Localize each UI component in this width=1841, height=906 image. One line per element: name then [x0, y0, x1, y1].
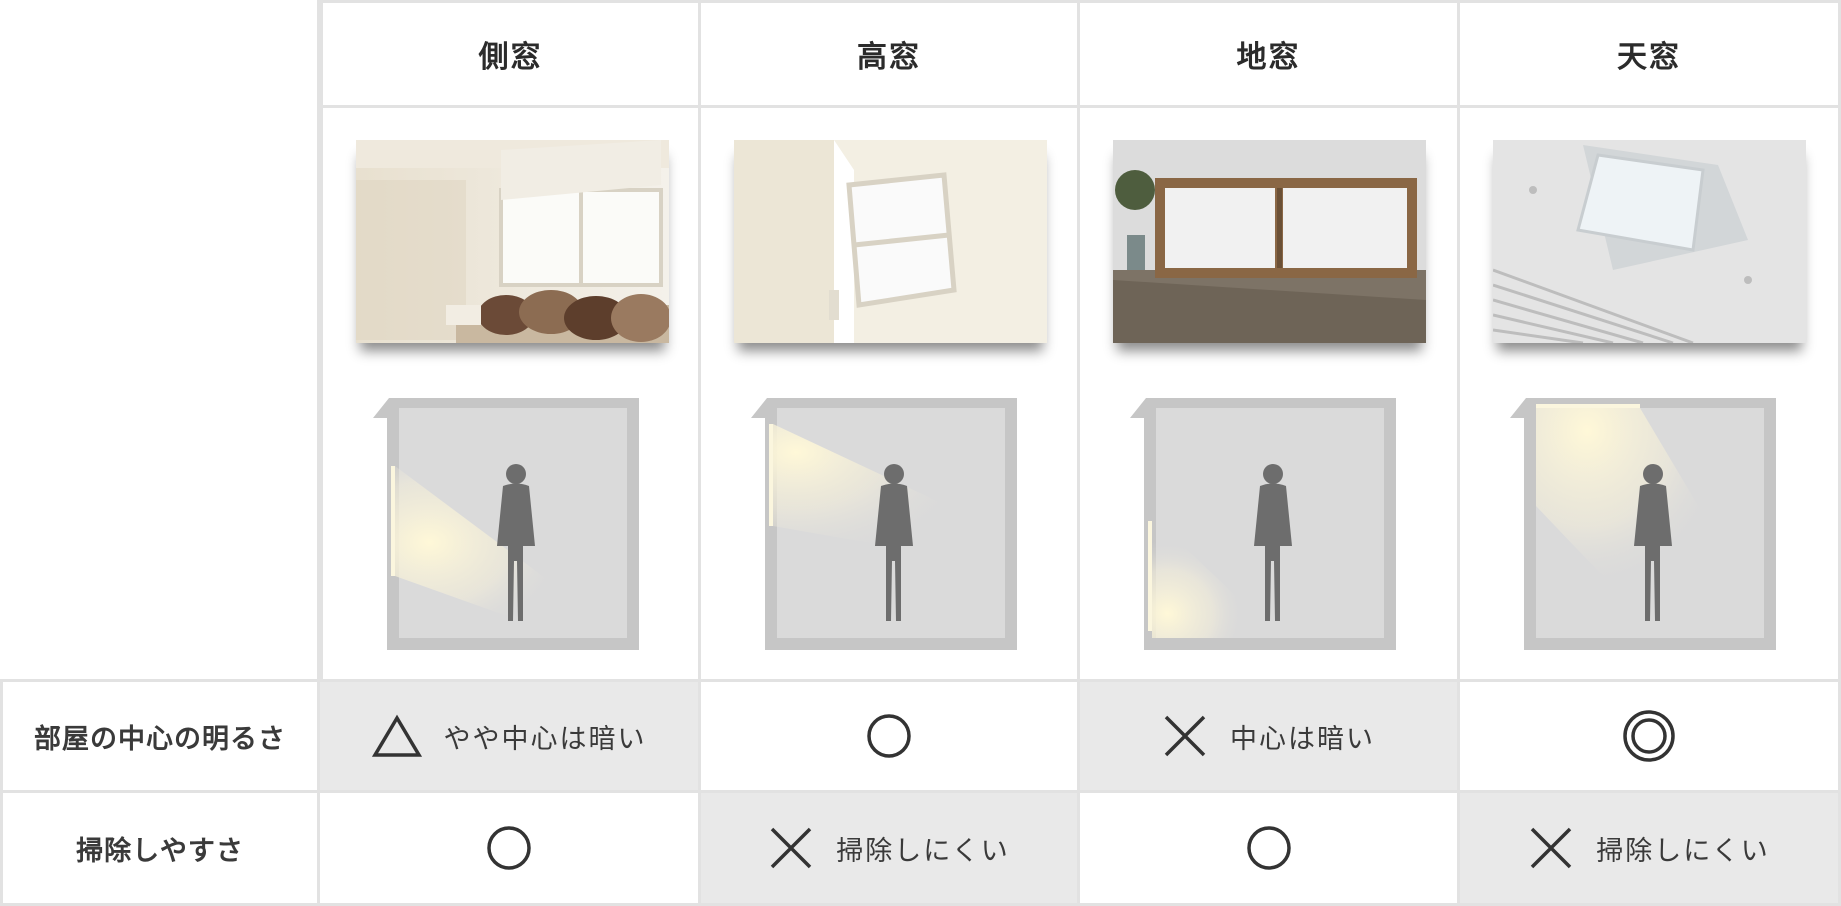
value-low-brightness: 中心は暗い [1080, 682, 1460, 793]
corner-blank [0, 0, 320, 682]
image-cell-high-window [701, 108, 1080, 682]
skylight-light-diagram [1510, 398, 1776, 650]
row-label-ease-of-cleaning: 掃除しやすさ [0, 793, 320, 906]
bedroom-with-side-window-photo [356, 140, 669, 343]
value-low-cleaning [1080, 793, 1460, 906]
circle-mark-icon [487, 826, 531, 870]
value-text: 掃除しにくい [836, 835, 1010, 867]
triangle-mark-icon [371, 714, 422, 757]
cross-mark-icon [1531, 827, 1572, 869]
image-cell-side-window [320, 108, 701, 682]
value-text: やや中心は暗い [443, 723, 647, 755]
high-window-light-diagram [751, 398, 1017, 650]
image-cell-skylight [1460, 108, 1841, 682]
value-sky-brightness [1460, 682, 1841, 793]
high-window-photo [734, 140, 1047, 343]
double-circle-mark-icon [1623, 710, 1675, 762]
value-text: 掃除しにくい [1596, 835, 1770, 867]
value-high-cleaning: 掃除しにくい [701, 793, 1080, 906]
column-header-low-window: 地窓 [1080, 0, 1460, 108]
column-header-side-window: 側窓 [320, 0, 701, 108]
low-floor-window-photo [1113, 140, 1426, 343]
window-comparison-table: 側窓 高窓 地窓 天窓 部屋の中心の明るさ やや中心は暗い 中心は暗い 掃除しや… [0, 0, 1841, 906]
low-window-light-diagram [1130, 398, 1396, 650]
cross-mark-icon [1164, 715, 1206, 757]
value-side-brightness: やや中心は暗い [320, 682, 701, 793]
image-cell-low-window [1080, 108, 1460, 682]
circle-mark-icon [867, 714, 911, 758]
value-side-cleaning [320, 793, 701, 906]
side-window-light-diagram [373, 398, 639, 650]
cross-mark-icon [771, 827, 812, 869]
skylight-photo [1493, 140, 1806, 343]
value-high-brightness [701, 682, 1080, 793]
column-header-high-window: 高窓 [701, 0, 1080, 108]
column-header-skylight: 天窓 [1460, 0, 1841, 108]
value-sky-cleaning: 掃除しにくい [1460, 793, 1841, 906]
row-label-center-brightness: 部屋の中心の明るさ [0, 682, 320, 793]
value-text: 中心は暗い [1230, 723, 1375, 755]
circle-mark-icon [1246, 826, 1291, 870]
